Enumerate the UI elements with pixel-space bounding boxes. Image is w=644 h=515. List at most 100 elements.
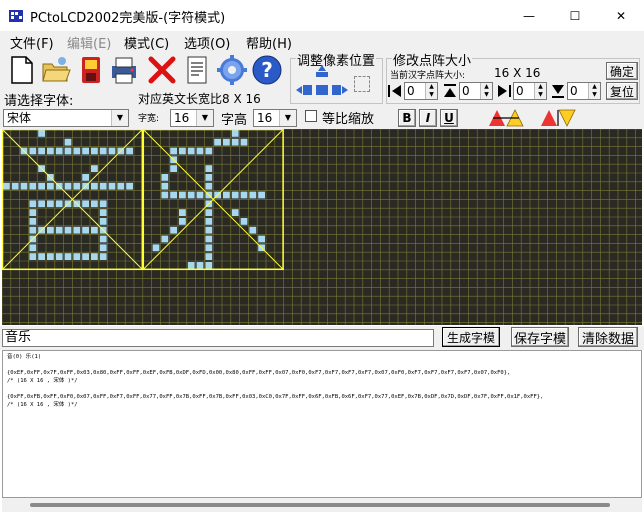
glyph-pixel [170,191,177,199]
bold-button[interactable]: B [398,109,416,127]
chevron-down-icon: ▼ [279,110,296,126]
clear-data-button[interactable]: 清除数据 [578,327,638,347]
glyph-pixel [170,226,177,234]
glyph-pixel [223,138,230,146]
glyph-pixel [3,182,10,190]
maximize-icon: ☐ [569,8,581,23]
glyph-pixel [64,226,72,234]
output-textarea[interactable]: 音(0) 乐(1) {0xEF,0xFF,0x7F,0xFF,0x03,0x80… [2,350,642,498]
menu-file[interactable]: 文件(F) [10,33,54,52]
mirror-vertical-icon[interactable] [539,108,577,128]
glyph-pixel [91,226,98,234]
glyph-pixel [29,253,37,260]
underline-button[interactable]: U [440,109,458,127]
glyph-pixel [170,165,177,172]
font-select[interactable]: 宋体 ▼ [3,109,129,127]
glyph-pixel [47,226,54,234]
char-height-select[interactable]: 16 ▼ [253,109,297,127]
spin-bottom[interactable]: 0 ▲ ▼ [567,82,601,100]
glyph-pixel [205,182,213,190]
glyph-pixel [64,147,72,155]
glyph-pixel [187,262,195,269]
char-width-select[interactable]: 16 ▼ [170,109,214,127]
maximize-button[interactable]: ☐ [552,0,598,31]
glyph-pixel [29,226,37,234]
reset-button[interactable]: 复位 [606,82,638,100]
glyph-pixel [205,244,213,252]
scrollbar-thumb[interactable] [30,503,610,507]
glyph-pixel [29,200,37,208]
horizontal-scrollbar[interactable] [2,498,642,512]
glyph-pixel [258,191,265,199]
minimize-button[interactable]: — [506,0,552,31]
open-folder-icon[interactable] [40,54,72,86]
minimize-icon: — [523,8,535,23]
glyph-pixel [187,147,195,155]
help-question-icon[interactable]: ? [251,54,283,86]
glyph-pixel [205,235,213,243]
glyph-pixel [126,147,133,155]
glyph-pixel [205,174,213,181]
glyph-pixel [240,191,248,199]
text-input[interactable]: 音乐 [2,329,434,347]
new-file-icon[interactable] [5,54,37,86]
glyph-pixel [82,200,89,208]
pixel-center-box[interactable] [354,76,370,92]
close-button[interactable]: ✕ [598,0,644,31]
print-icon[interactable] [108,54,140,86]
menu-help[interactable]: 帮助(H) [246,33,292,52]
menu-options[interactable]: 选项(O) [184,33,230,52]
settings-gear-icon[interactable] [216,54,248,86]
proportional-checkbox[interactable] [305,110,317,122]
confirm-button[interactable]: 确定 [606,62,638,80]
italic-button[interactable]: I [419,109,437,127]
delete-x-icon[interactable] [146,54,178,86]
glyph-pixel [55,226,63,234]
spin-top[interactable]: 0 ▲ ▼ [459,82,493,100]
glyph-pixel [231,130,239,137]
shrink-bottom-icon[interactable] [550,83,566,99]
glyph-pixel [38,253,45,260]
glyph-pixel [64,138,72,146]
glyph-pixel [179,218,186,225]
glyph-pixel [205,165,213,172]
document-icon[interactable] [181,54,213,86]
menu-mode[interactable]: 模式(C) [124,33,169,52]
select-font-label: 请选择字体: [4,94,74,109]
save-disk-icon[interactable] [75,54,107,86]
generate-button[interactable]: 生成字模 [442,327,500,347]
mirror-horizontal-icon[interactable] [487,108,525,128]
glyph-pixel [161,191,169,199]
glyph-pixel [55,147,63,155]
glyph-pixel [249,226,257,234]
spin-right[interactable]: 0 ▲ ▼ [513,82,547,100]
shrink-left-icon[interactable] [387,83,403,99]
glyph-pixel [231,138,239,146]
window-title: PCtoLCD2002完美版-(字符模式) [30,11,226,26]
chevron-down-icon: ▼ [196,110,213,126]
glyph-pixel [29,244,37,252]
glyph-pixel [82,226,89,234]
glyph-pixel [187,191,195,199]
close-icon: ✕ [615,8,627,23]
shrink-top-icon[interactable] [442,83,458,99]
pixel-grid-canvas[interactable] [2,129,642,325]
glyph-pixel [161,182,169,190]
glyph-pixel [179,191,186,199]
glyph-pixel [73,182,81,190]
glyph-pixel [99,209,107,216]
glyph-pixel [179,147,186,155]
glyph-pixel [170,147,177,155]
spin-left[interactable]: 0 ▲ ▼ [404,82,438,100]
glyph-pixel [179,209,186,216]
glyph-pixel [258,235,265,243]
char-width-label: 字宽: [138,114,160,124]
save-font-button[interactable]: 保存字模 [511,327,569,347]
shrink-right-icon[interactable] [496,83,512,99]
output-line-1: {0xEF,0xFF,0x7F,0xFF,0x03,0x80,0xFF,0xFF… [7,370,511,376]
chevron-down-icon: ▼ [111,110,128,126]
glyph-pixel [29,209,37,216]
menu-bar: 文件(F) 编辑(E) 模式(C) 选项(O) 帮助(H) [0,31,644,52]
pixel-shift-arrows[interactable] [296,64,351,100]
menu-edit[interactable]: 编辑(E) [67,33,111,52]
